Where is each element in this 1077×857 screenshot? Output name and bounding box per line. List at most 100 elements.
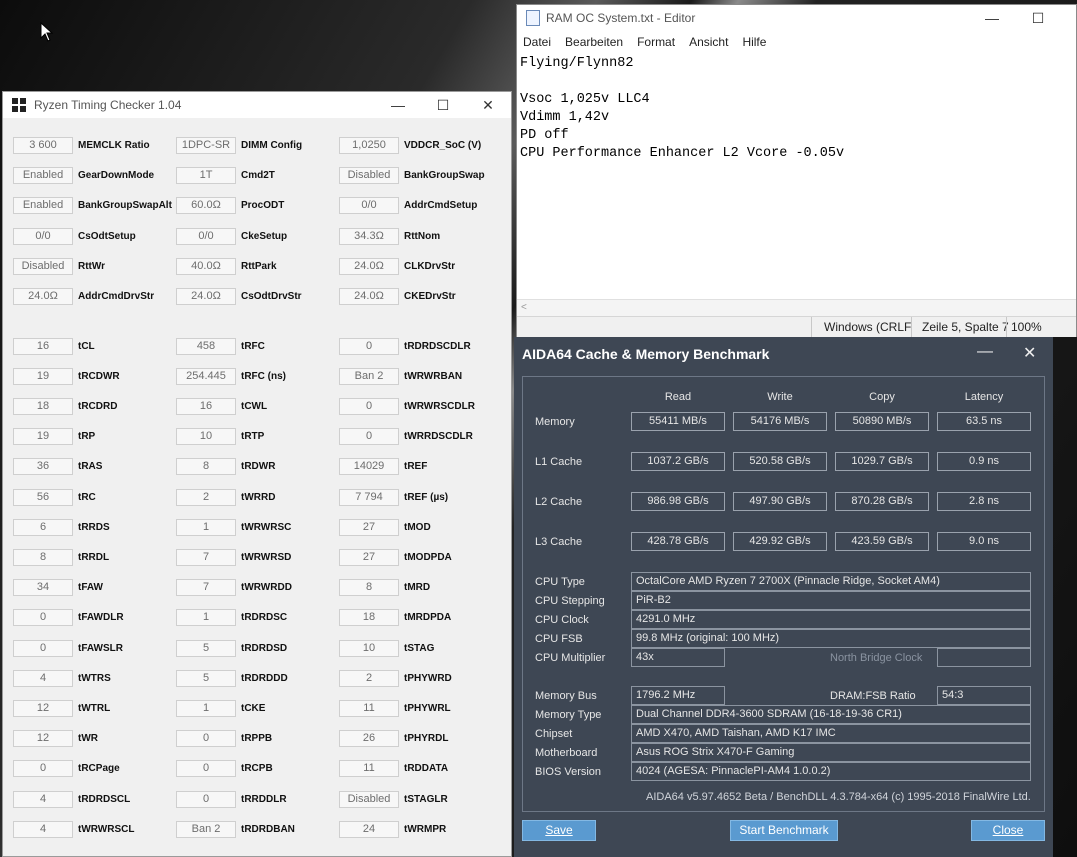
- timing-value-field: 27: [339, 518, 399, 536]
- timing-value-field: 2: [339, 669, 399, 687]
- status-separator: [1006, 317, 1007, 338]
- timing-value-field: Disabled: [13, 257, 73, 275]
- timing-value-field: 34.3Ω: [339, 227, 399, 245]
- timing-value-field: 1: [176, 699, 236, 717]
- close-icon[interactable]: ✕: [465, 92, 511, 118]
- bench-value-box: 870.28 GB/s: [835, 492, 929, 511]
- chipset-value: AMD X470, AMD Taishan, AMD K17 IMC: [631, 724, 1031, 743]
- dram-fsb-ratio-label: DRAM:FSB Ratio: [830, 690, 916, 702]
- timing-label: BankGroupSwap: [404, 170, 485, 182]
- timing-label: MEMCLK Ratio: [78, 140, 150, 151]
- timing-value-field: 0/0: [13, 227, 73, 245]
- timing-label: GearDownMode: [78, 170, 155, 182]
- menu-hilfe[interactable]: Hilfe: [742, 35, 766, 49]
- timing-value-field: 0: [13, 760, 73, 778]
- timing-value-field: 7 794: [339, 488, 399, 506]
- timing-label: tRC: [78, 491, 96, 503]
- menu-datei[interactable]: Datei: [523, 35, 551, 49]
- menu-format[interactable]: Format: [637, 35, 675, 49]
- timing-value-field: 4: [13, 790, 73, 808]
- timing-label: ProcODT: [241, 200, 285, 212]
- scroll-left-icon[interactable]: <: [521, 302, 527, 313]
- timing-value-field: 6: [13, 518, 73, 536]
- timing-label: tPHYRDL: [404, 733, 449, 745]
- close-icon[interactable]: ✕: [1023, 343, 1036, 363]
- cpu-multiplier-value: 43x: [631, 648, 725, 667]
- timing-value-field: 56: [13, 488, 73, 506]
- bench-row-label: L1 Cache: [535, 456, 583, 468]
- maximize-icon[interactable]: ☐: [420, 92, 466, 118]
- header-latency: Latency: [964, 391, 1004, 403]
- status-position: Zeile 5, Spalte 7: [922, 320, 1009, 334]
- editor-text-area[interactable]: Flying/Flynn82 Vsoc 1,025v LLC4 Vdimm 1,…: [520, 55, 1060, 295]
- timing-value-field: 60.0Ω: [176, 197, 236, 215]
- timing-value-field: 19: [13, 428, 73, 446]
- timing-label: tWRWRSC: [241, 521, 292, 533]
- timing-value-field: 36: [13, 458, 73, 476]
- timing-label: CsOdtDrvStr: [241, 291, 302, 302]
- timing-label: tRCPB: [241, 763, 273, 775]
- timing-value-field: 4: [13, 669, 73, 687]
- timing-label: tFAW: [78, 582, 103, 594]
- timing-label: tMRD: [404, 582, 431, 594]
- timing-value-field: 0/0: [339, 197, 399, 215]
- aida-title-bar[interactable]: AIDA64 Cache & Memory Benchmark — ✕: [514, 337, 1053, 371]
- minimize-icon[interactable]: —: [969, 5, 1015, 31]
- timing-label: tSTAGLR: [404, 793, 448, 805]
- timing-label: tRDRDDD: [241, 672, 288, 684]
- horizontal-scrollbar[interactable]: <: [517, 299, 1076, 316]
- timing-value-field: 1: [176, 518, 236, 536]
- timing-value-field: 0: [13, 609, 73, 627]
- timing-value-field: 1,0250: [339, 137, 399, 154]
- motherboard-value: Asus ROG Strix X470-F Gaming: [631, 743, 1031, 762]
- editor-title-bar[interactable]: RAM OC System.txt - Editor — ☐: [517, 5, 1076, 31]
- timing-value-field: 24.0Ω: [339, 257, 399, 275]
- timing-label: CKEDrvStr: [404, 291, 456, 302]
- maximize-icon[interactable]: ☐: [1015, 5, 1061, 31]
- cpu-stepping-label: CPU Stepping: [535, 595, 605, 607]
- timing-label: tWRRDSCDLR: [404, 431, 473, 443]
- timing-label: RttPark: [241, 260, 277, 272]
- timing-label: tRP: [78, 431, 96, 443]
- timing-label: tRAS: [78, 461, 103, 473]
- minimize-icon[interactable]: —: [375, 92, 421, 118]
- bench-value-box: 1037.2 GB/s: [631, 452, 725, 471]
- menu-bearbeiten[interactable]: Bearbeiten: [565, 35, 623, 49]
- bios-version-label: BIOS Version: [535, 766, 602, 778]
- timing-label: tREF (µs): [404, 491, 449, 503]
- bench-value-box: 428.78 GB/s: [631, 532, 725, 551]
- close-button[interactable]: Close: [971, 820, 1045, 841]
- timing-value-field: 458: [176, 337, 236, 355]
- bench-row-label: L3 Cache: [535, 536, 583, 548]
- start-benchmark-button[interactable]: Start Benchmark: [730, 820, 838, 841]
- timing-label: CLKDrvStr: [404, 260, 456, 272]
- timing-label: tWRWRSD: [241, 551, 292, 563]
- mouse-cursor-icon: [40, 22, 54, 42]
- timing-value-field: 0: [13, 639, 73, 657]
- status-encoding: Windows (CRLF: [824, 320, 912, 334]
- save-button[interactable]: Save: [522, 820, 596, 841]
- timing-value-field: 10: [339, 639, 399, 657]
- cpu-type-value: OctalCore AMD Ryzen 7 2700X (Pinnacle Ri…: [631, 572, 1031, 591]
- menu-ansicht[interactable]: Ansicht: [689, 35, 728, 49]
- timing-value-field: 34: [13, 579, 73, 597]
- timing-value-field: 11: [339, 760, 399, 778]
- minimize-icon[interactable]: —: [977, 343, 993, 361]
- timing-label: tCL: [78, 340, 95, 352]
- timing-value-field: 0: [339, 428, 399, 446]
- notepad-file-icon: [526, 10, 540, 26]
- rtc-window-title: Ryzen Timing Checker 1.04: [34, 98, 182, 112]
- dram-fsb-ratio-value: 54:3: [937, 686, 1031, 705]
- timing-label: tRFC (ns): [241, 370, 286, 382]
- timing-value-field: 254.445: [176, 367, 236, 385]
- north-bridge-clock-label: North Bridge Clock: [830, 652, 923, 664]
- timing-value-field: 10: [176, 428, 236, 446]
- bench-value-box: 9.0 ns: [937, 532, 1031, 551]
- timing-value-field: 5: [176, 639, 236, 657]
- timing-label: tRDRDBAN: [241, 823, 295, 835]
- rtc-title-bar[interactable]: Ryzen Timing Checker 1.04 — ☐ ✕: [3, 92, 511, 118]
- timing-value-field: 8: [339, 579, 399, 597]
- timing-value-field: 18: [13, 397, 73, 415]
- timing-value-field: 8: [176, 458, 236, 476]
- ryzen-timing-checker-window: Ryzen Timing Checker 1.04 — ☐ ✕ 3 600 MEM…: [2, 91, 512, 857]
